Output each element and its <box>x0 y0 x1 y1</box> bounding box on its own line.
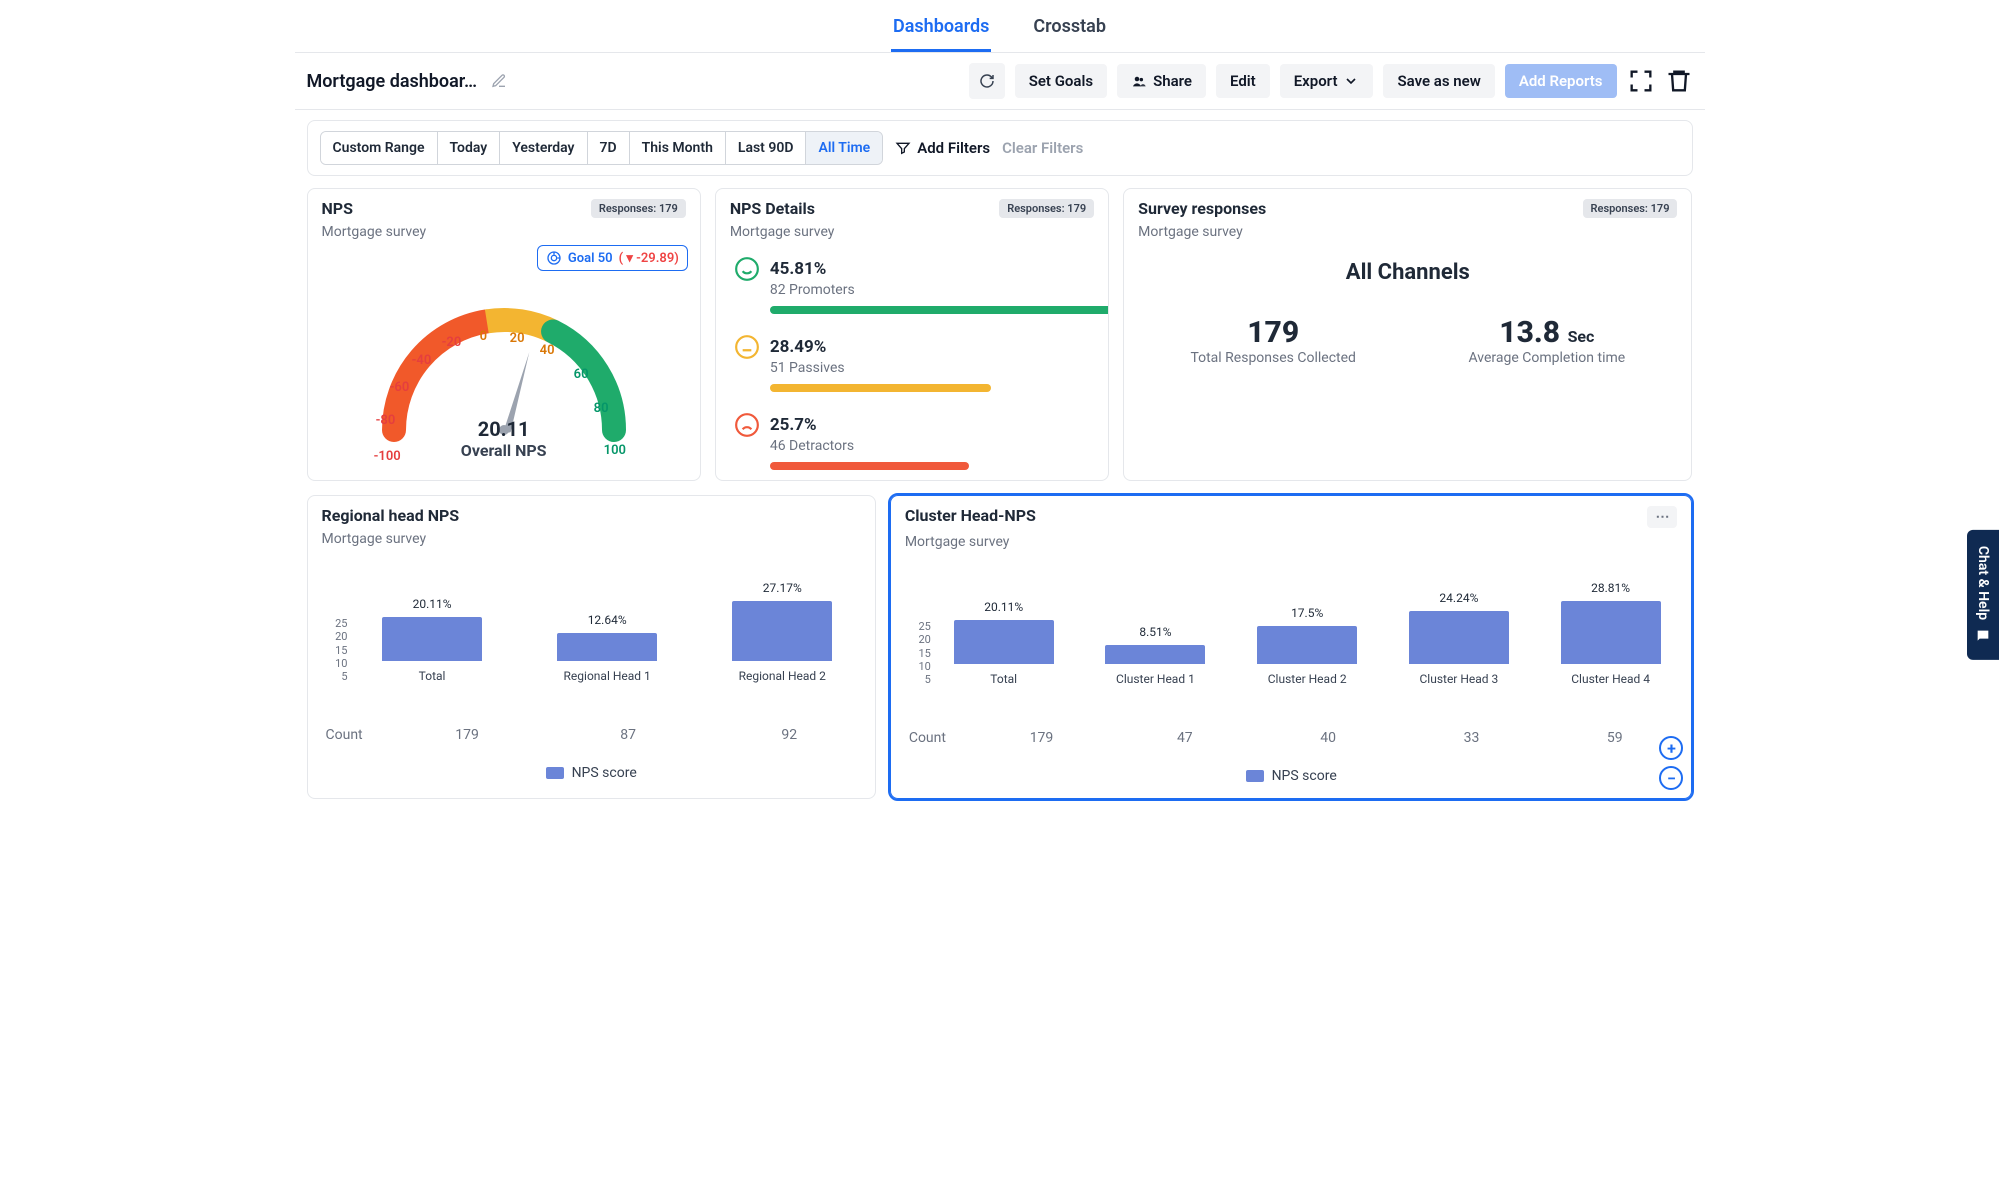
save-as-new-button[interactable]: Save as new <box>1383 64 1494 98</box>
chat-help-button[interactable]: Chat & Help <box>1967 529 1999 659</box>
card-menu-icon[interactable]: ⋯ <box>1647 506 1677 528</box>
card-subtitle: Mortgage survey <box>1124 224 1691 246</box>
card-nps-details[interactable]: NPS Details Responses: 179 Mortgage surv… <box>715 188 1109 481</box>
zoom-controls: + − <box>1659 736 1683 790</box>
add-reports-button[interactable]: Add Reports <box>1505 64 1617 98</box>
y-axis: 252015105 <box>907 620 931 686</box>
card-title: NPS <box>322 199 353 218</box>
tab-dashboards[interactable]: Dashboards <box>891 12 991 52</box>
bar-col: 24.24%Cluster Head 3 <box>1392 591 1526 686</box>
regional-count-row: Count 1798792 <box>322 727 861 743</box>
card-title: Cluster Head-NPS <box>905 506 1036 525</box>
card-subtitle: Mortgage survey <box>308 224 700 246</box>
titlebar: Mortgage dashboar… Set Goals Share Edit … <box>295 53 1705 110</box>
nps-value-label: Overall NPS <box>461 441 547 460</box>
card-title: Regional head NPS <box>322 506 460 525</box>
zoom-in-icon[interactable]: + <box>1659 736 1683 760</box>
card-title: NPS Details <box>730 199 815 218</box>
top-tabs: Dashboards Crosstab <box>295 0 1705 53</box>
smile-icon <box>734 256 760 282</box>
filter-bar: Custom RangeTodayYesterday7DThis MonthLa… <box>307 120 1693 176</box>
range-chip-this-month[interactable]: This Month <box>630 132 726 164</box>
range-chip-custom-range[interactable]: Custom Range <box>321 132 438 164</box>
nps-gauge: -100 -80 -60 -40 -20 0 20 40 60 80 100 2… <box>364 280 644 460</box>
export-button[interactable]: Export <box>1280 64 1374 98</box>
card-subtitle: Mortgage survey <box>891 534 1692 556</box>
frown-icon <box>734 412 760 438</box>
cluster-bar-chart: 252015105 20.11%Total8.51%Cluster Head 1… <box>937 576 1678 686</box>
date-range-group: Custom RangeTodayYesterday7DThis MonthLa… <box>320 131 884 165</box>
passives-bar <box>770 384 991 392</box>
y-axis: 252015105 <box>324 617 348 683</box>
range-chip-all-time[interactable]: All Time <box>806 132 882 164</box>
bar-col: 28.81%Cluster Head 4 <box>1544 581 1678 686</box>
add-filters-button[interactable]: Add Filters <box>895 139 990 157</box>
share-button[interactable]: Share <box>1117 64 1206 98</box>
bar-col: 8.51%Cluster Head 1 <box>1089 625 1223 686</box>
card-subtitle: Mortgage survey <box>716 224 1108 246</box>
card-title: Survey responses <box>1138 199 1266 218</box>
bar-col: 27.17%Regional Head 2 <box>704 581 861 683</box>
neutral-icon <box>734 334 760 360</box>
card-survey-responses[interactable]: Survey responses Responses: 179 Mortgage… <box>1123 188 1692 481</box>
stat-avg-completion: 13.8 Sec Average Completion time <box>1469 315 1626 366</box>
range-chip-7d[interactable]: 7D <box>588 132 630 164</box>
clear-filters-button: Clear Filters <box>1002 139 1083 157</box>
responses-badge: Responses: 179 <box>999 199 1094 218</box>
passives-row: 28.49% 51 Passives <box>716 324 1108 402</box>
delete-icon[interactable] <box>1665 67 1693 95</box>
card-cluster-nps[interactable]: Cluster Head-NPS ⋯ Mortgage survey 25201… <box>890 495 1693 799</box>
responses-badge: Responses: 179 <box>591 199 686 218</box>
detractors-bar <box>770 462 970 470</box>
zoom-out-icon[interactable]: − <box>1659 766 1683 790</box>
range-chip-last-90d[interactable]: Last 90D <box>726 132 807 164</box>
refresh-button[interactable] <box>969 63 1005 99</box>
nps-value: 20.11 <box>461 417 547 441</box>
card-nps-gauge[interactable]: NPS Responses: 179 Mortgage survey Goal … <box>307 188 701 481</box>
page-title: Mortgage dashboar… <box>307 71 478 92</box>
bar-col: 12.64%Regional Head 1 <box>529 613 686 683</box>
all-channels-heading: All Channels <box>1124 246 1691 305</box>
promoters-row: 45.81% 82 Promoters <box>716 246 1108 324</box>
card-regional-nps[interactable]: Regional head NPS Mortgage survey 252015… <box>307 495 876 799</box>
set-goals-button[interactable]: Set Goals <box>1015 64 1107 98</box>
bar-col: 17.5%Cluster Head 2 <box>1240 606 1374 687</box>
tab-crosstab[interactable]: Crosstab <box>1031 12 1108 52</box>
legend: NPS score <box>308 751 875 795</box>
legend: NPS score <box>891 754 1692 798</box>
bar-col: 20.11%Total <box>937 600 1071 686</box>
edit-button[interactable]: Edit <box>1216 64 1270 98</box>
detractors-row: 25.7% 46 Detractors <box>716 402 1108 480</box>
promoters-bar <box>770 306 1109 314</box>
cluster-count-row: Count 17947403359 <box>905 730 1678 746</box>
card-subtitle: Mortgage survey <box>308 531 875 553</box>
range-chip-today[interactable]: Today <box>438 132 501 164</box>
bar-col: 20.11%Total <box>354 597 511 683</box>
fullscreen-icon[interactable] <box>1627 67 1655 95</box>
range-chip-yesterday[interactable]: Yesterday <box>500 132 587 164</box>
goal-chip[interactable]: Goal 50 ( ▾ -29.89) <box>537 245 688 271</box>
stat-total-responses: 179 Total Responses Collected <box>1190 315 1356 366</box>
regional-bar-chart: 252015105 20.11%Total12.64%Regional Head… <box>354 573 861 683</box>
responses-badge: Responses: 179 <box>1583 199 1678 218</box>
rename-icon[interactable] <box>485 67 513 95</box>
